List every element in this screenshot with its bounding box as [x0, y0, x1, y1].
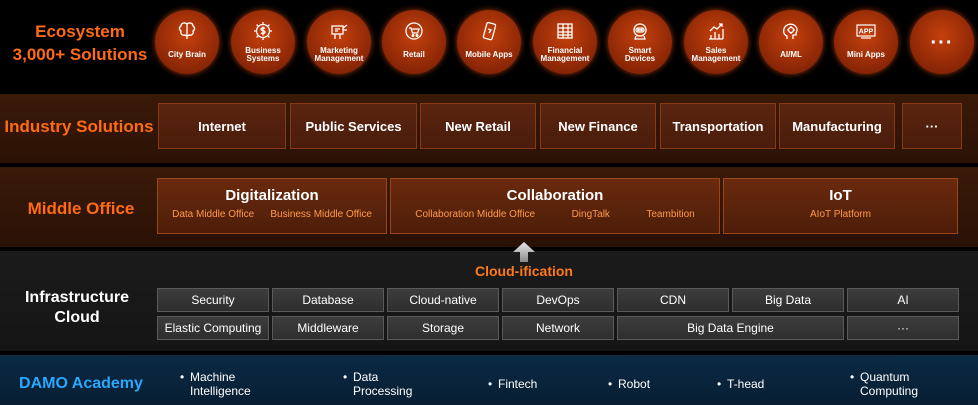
infra-database: Database — [272, 288, 384, 312]
group-collaboration: Collaboration Collaboration Middle Offic… — [390, 178, 720, 234]
infra-ai: AI — [847, 288, 959, 312]
industry-band: Industry Solutions Internet Public Servi… — [0, 94, 978, 163]
app-icon: APP — [856, 21, 876, 41]
industry-new-retail: New Retail — [420, 103, 536, 149]
bullet: • — [717, 377, 722, 391]
eco-label: Sales Management — [691, 46, 741, 63]
group-sub: Teambition — [646, 209, 695, 220]
group-sub: DingTalk — [571, 209, 610, 220]
ecosystem-band: Ecosystem 3,000+ Solutions City Brain Bu… — [0, 0, 978, 90]
industry-public-services: Public Services — [290, 103, 417, 149]
group-name: Collaboration — [506, 187, 604, 204]
up-arrow-icon — [513, 242, 535, 262]
billboard-icon — [329, 21, 349, 41]
damo-item: • Quantum Computing — [850, 370, 918, 398]
group-sub: Business Middle Office — [270, 209, 372, 220]
ecosystem-title-line1: Ecosystem — [35, 22, 125, 41]
group-sub: Collaboration Middle Office — [415, 209, 536, 220]
infrastructure-title-line1: Infrastructure — [24, 289, 130, 306]
cloudification-label: Cloud-ification — [475, 263, 573, 279]
robot-icon — [630, 21, 650, 41]
eco-label: Mini Apps — [847, 50, 885, 59]
eco-label: Smart Devices — [624, 46, 656, 63]
middle-office-band: Middle Office Digitalization Data Middle… — [0, 167, 978, 247]
infra-big-data-engine: Big Data Engine — [617, 316, 844, 340]
damo-item-label: Fintech — [498, 377, 538, 391]
bullet: • — [180, 370, 185, 384]
damo-item-label: Quantum Computing — [860, 370, 919, 398]
brain-icon — [177, 21, 197, 41]
eco-more: ··· — [910, 10, 974, 74]
eco-financial-management: Financial Management — [533, 10, 597, 74]
damo-item-label: Data Processing — [353, 370, 413, 398]
middle-office-title: Middle Office — [27, 199, 135, 218]
industry-manufacturing: Manufacturing — [779, 103, 895, 149]
damo-item: • Machine Intelligence — [180, 370, 251, 398]
eco-business-systems: Business Systems — [231, 10, 295, 74]
bar-chart-icon — [706, 21, 726, 41]
damo-item-label: T-head — [727, 377, 765, 391]
eco-mobile-apps: Mobile Apps — [457, 10, 521, 74]
infrastructure-title: Infrastructure Cloud — [0, 288, 154, 328]
infra-cloud-native: Cloud-native — [387, 288, 499, 312]
eco-city-brain: City Brain — [155, 10, 219, 74]
ecosystem-title-line2: 3,000+ Solutions — [12, 45, 148, 64]
ai-head-icon — [781, 21, 801, 41]
industry-more: ··· — [902, 103, 962, 149]
eco-label: Mobile Apps — [465, 50, 513, 59]
infra-devops: DevOps — [502, 288, 614, 312]
infra-big-data: Big Data — [732, 288, 844, 312]
damo-item: • Fintech — [488, 377, 537, 391]
infra-middleware: Middleware — [272, 316, 384, 340]
eco-label: Marketing Management — [314, 46, 364, 63]
app-icon-text: APP — [859, 29, 874, 36]
cart-icon — [404, 21, 424, 41]
infra-network: Network — [502, 316, 614, 340]
group-sub: AIoT Platform — [810, 209, 871, 220]
eco-label: Business Systems — [245, 46, 281, 63]
infra-more: ··· — [847, 316, 959, 340]
eco-ai-ml: AI/ML — [759, 10, 823, 74]
damo-title: DAMO Academy — [19, 375, 143, 392]
bullet: • — [488, 377, 493, 391]
eco-mini-apps: APP Mini Apps — [834, 10, 898, 74]
damo-item: • Data Processing — [343, 370, 412, 398]
group-name: Digitalization — [225, 187, 319, 204]
eco-label: Retail — [403, 50, 425, 59]
industry-transportation: Transportation — [660, 103, 776, 149]
damo-item-label: Robot — [618, 377, 651, 391]
group-digitalization: Digitalization Data Middle Office Busine… — [157, 178, 387, 234]
phone-icon — [479, 21, 499, 41]
ledger-icon — [555, 21, 575, 41]
eco-label: AI/ML — [780, 50, 802, 59]
eco-marketing-management: Marketing Management — [307, 10, 371, 74]
damo-band: DAMO Academy • Machine Intelligence • Da… — [0, 355, 978, 405]
damo-item-label: Machine Intelligence — [190, 370, 251, 398]
infrastructure-title-line2: Cloud — [54, 309, 100, 326]
industry-new-finance: New Finance — [540, 103, 656, 149]
infra-storage: Storage — [387, 316, 499, 340]
group-name: IoT — [829, 187, 852, 204]
more-dots: ··· — [930, 32, 954, 54]
eco-retail: Retail — [382, 10, 446, 74]
damo-item: • T-head — [717, 377, 764, 391]
eco-smart-devices: Smart Devices — [608, 10, 672, 74]
damo-item: • Robot — [608, 377, 650, 391]
industry-internet: Internet — [158, 103, 286, 149]
eco-sales-management: Sales Management — [684, 10, 748, 74]
infra-cdn: CDN — [617, 288, 729, 312]
ecosystem-title: Ecosystem 3,000+ Solutions — [6, 20, 154, 66]
infra-security: Security — [157, 288, 269, 312]
group-sub: Data Middle Office — [172, 209, 255, 220]
bullet: • — [608, 377, 613, 391]
infra-elastic-computing: Elastic Computing — [157, 316, 269, 340]
dollar-gear-icon — [253, 21, 273, 41]
eco-label: Financial Management — [540, 46, 590, 63]
eco-label: City Brain — [168, 50, 206, 59]
group-iot: IoT AIoT Platform — [723, 178, 958, 234]
industry-title: Industry Solutions — [4, 117, 154, 136]
bullet: • — [343, 370, 348, 384]
bullet: • — [850, 370, 855, 384]
